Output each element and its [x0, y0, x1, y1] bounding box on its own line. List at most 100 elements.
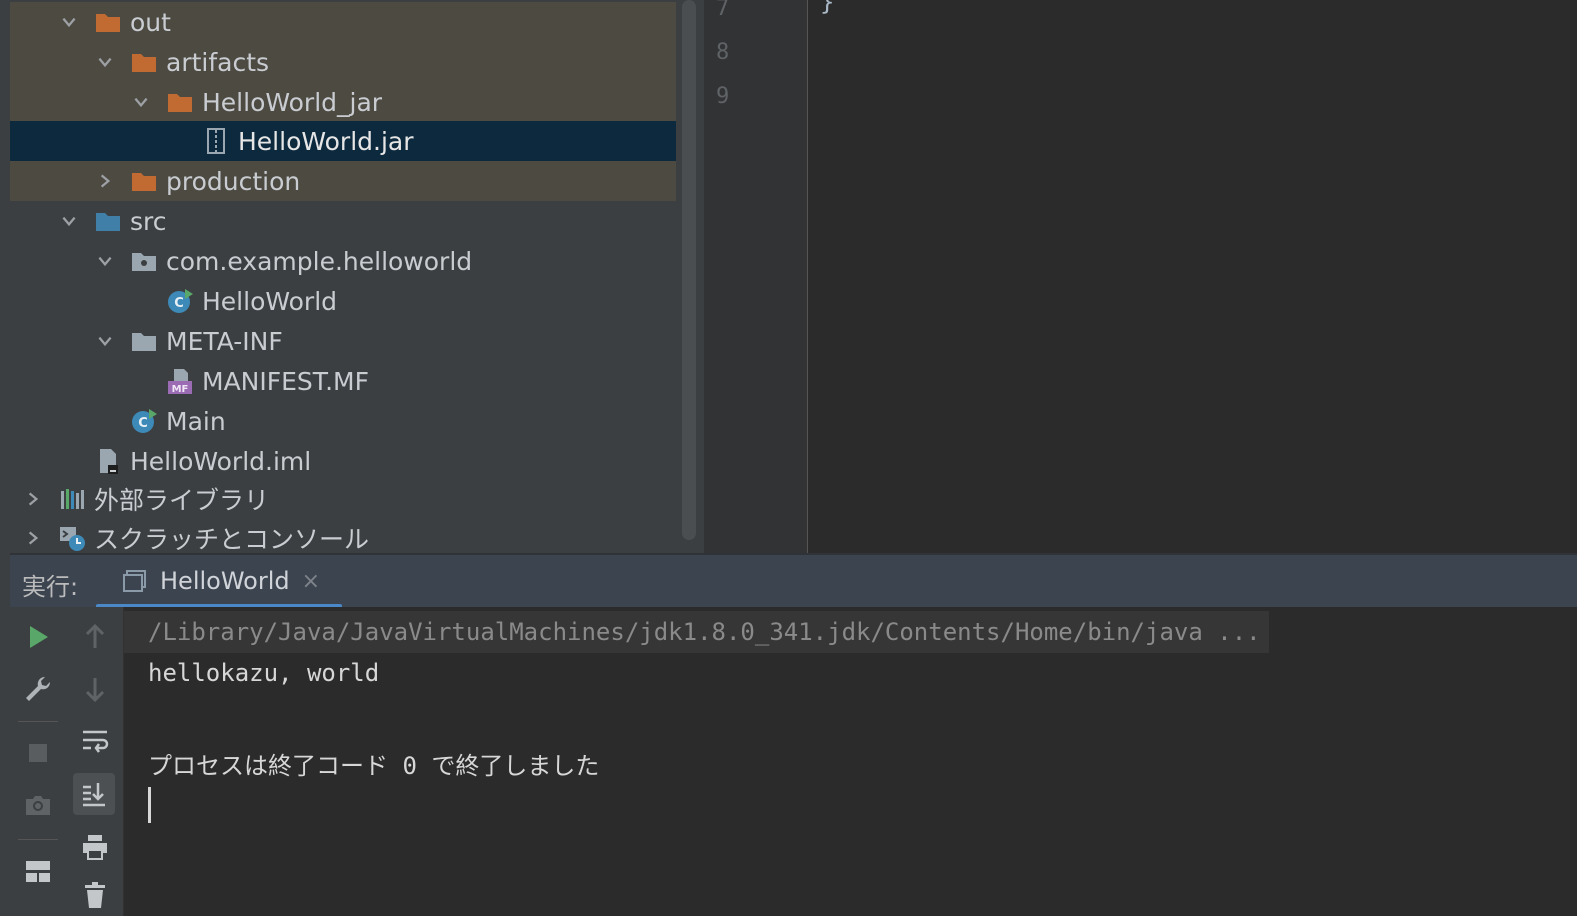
edit-configuration-button[interactable]: [18, 669, 58, 709]
arrow-down-icon: [85, 678, 105, 703]
folder-gray-icon: [130, 327, 158, 355]
stop-icon: [29, 744, 47, 762]
chevron-right-icon[interactable]: [22, 488, 44, 510]
console-exit-message: プロセスは終了コード 0 で終了しました: [148, 752, 600, 780]
tree-item-helloworld-jar[interactable]: HelloWorld.jar: [10, 121, 676, 161]
soft-wrap-icon: [83, 730, 109, 753]
scratches-icon: [58, 524, 86, 552]
libraries-icon: [58, 485, 86, 513]
scroll-to-end-icon: [83, 783, 105, 807]
text-cursor: [148, 787, 151, 823]
scrollbar-thumb[interactable]: [682, 0, 696, 540]
chevron-down-icon[interactable]: [94, 330, 116, 352]
line-number: 7: [716, 0, 730, 21]
tree-item-external-libraries[interactable]: 外部ライブラリ: [10, 479, 676, 519]
scroll-down-button[interactable]: [75, 669, 115, 709]
project-tree-scrollbar[interactable]: [676, 0, 704, 553]
run-toolbar-secondary: [66, 607, 124, 916]
tree-item-label: HelloWorld.iml: [130, 446, 312, 476]
tree-item-main-class[interactable]: C Main: [10, 401, 676, 441]
scroll-up-button[interactable]: [75, 617, 115, 657]
run-tab-title: HelloWorld: [160, 567, 290, 595]
tree-item-label: HelloWorld: [202, 286, 338, 316]
run-toolbar-primary: [10, 607, 67, 916]
printer-icon: [83, 835, 107, 860]
tree-item-label: src: [130, 206, 167, 236]
layout-icon: [26, 861, 50, 882]
tree-item-label: Main: [166, 406, 226, 436]
tree-item-label: artifacts: [166, 47, 270, 77]
code-editor[interactable]: }: [808, 0, 1577, 553]
toolbar-separator: [18, 839, 58, 840]
tree-item-package[interactable]: com.example.helloworld: [10, 241, 676, 281]
module-file-icon: [94, 447, 122, 475]
svg-text:C: C: [174, 296, 184, 311]
print-button[interactable]: [75, 827, 115, 867]
chevron-down-icon[interactable]: [130, 91, 152, 113]
tree-item-label: スクラッチとコンソール: [94, 525, 370, 553]
run-tab-helloworld[interactable]: HelloWorld ×: [96, 555, 342, 609]
clear-all-button[interactable]: [75, 875, 115, 915]
trash-icon: [85, 882, 105, 908]
camera-icon: [26, 796, 50, 815]
arrow-up-icon: [85, 623, 105, 648]
play-icon: [30, 626, 48, 648]
close-icon[interactable]: ×: [302, 569, 320, 594]
tree-item-label: HelloWorld_jar: [202, 87, 383, 117]
scroll-to-end-button[interactable]: [73, 773, 115, 815]
tree-item-helloworld-jar-folder[interactable]: HelloWorld_jar: [10, 82, 676, 122]
console-command-line[interactable]: /Library/Java/JavaVirtualMachines/jdk1.8…: [124, 611, 1269, 653]
tree-item-label: MANIFEST.MF: [202, 366, 369, 396]
svg-text:MF: MF: [172, 384, 189, 395]
svg-text:C: C: [138, 416, 148, 431]
tree-item-manifest[interactable]: MF MANIFEST.MF: [10, 361, 676, 401]
folder-blue-icon: [94, 207, 122, 235]
java-class-runnable-icon: C: [130, 407, 158, 435]
tree-item-label: 外部ライブラリ: [94, 486, 270, 515]
line-number: 8: [716, 40, 730, 65]
dump-threads-button[interactable]: [18, 785, 58, 825]
tree-item-out[interactable]: out: [10, 2, 676, 42]
tree-item-artifacts[interactable]: artifacts: [10, 42, 676, 82]
folder-orange-icon: [94, 8, 122, 36]
folder-orange-icon: [130, 48, 158, 76]
soft-wrap-button[interactable]: [75, 721, 115, 761]
tree-item-label: META-INF: [166, 326, 283, 356]
rerun-button[interactable]: [18, 617, 58, 657]
chevron-down-icon[interactable]: [94, 250, 116, 272]
chevron-right-icon[interactable]: [22, 527, 44, 549]
restore-layout-button[interactable]: [18, 851, 58, 891]
stop-button[interactable]: [18, 733, 58, 773]
jar-file-icon: [202, 127, 230, 155]
package-icon: [130, 247, 158, 275]
editor-gutter: 7 8 9: [704, 0, 808, 553]
tree-item-meta-inf[interactable]: META-INF: [10, 321, 676, 361]
chevron-down-icon[interactable]: [58, 11, 80, 33]
wrench-icon: [26, 676, 51, 701]
project-tree: out artifacts HelloWorld_jar HelloWorld.…: [10, 0, 676, 553]
tree-item-label: out: [130, 7, 171, 37]
tree-item-helloworld-class[interactable]: C HelloWorld: [10, 281, 676, 321]
run-panel-header: 実行: HelloWorld ×: [10, 553, 1577, 609]
console-window-icon: [122, 568, 148, 594]
tree-item-iml[interactable]: HelloWorld.iml: [10, 441, 676, 481]
folder-orange-icon: [130, 167, 158, 195]
console-output-line: hellokazu, world: [148, 659, 380, 687]
tree-item-label: HelloWorld.jar: [238, 126, 414, 156]
manifest-file-icon: MF: [166, 367, 194, 395]
run-console[interactable]: /Library/Java/JavaVirtualMachines/jdk1.8…: [124, 607, 1577, 916]
tree-item-label: com.example.helloworld: [166, 246, 473, 276]
chevron-down-icon[interactable]: [58, 210, 80, 232]
toolbar-separator: [18, 721, 58, 722]
java-class-runnable-icon: C: [166, 287, 194, 315]
tree-item-src[interactable]: src: [10, 201, 676, 241]
chevron-right-icon[interactable]: [94, 170, 116, 192]
code-line: }: [820, 0, 835, 16]
tree-item-production[interactable]: production: [10, 161, 676, 201]
folder-orange-icon: [166, 88, 194, 116]
tree-item-scratches[interactable]: スクラッチとコンソール: [10, 518, 676, 553]
line-number: 9: [716, 84, 730, 109]
tree-item-label: production: [166, 166, 301, 196]
chevron-down-icon[interactable]: [94, 51, 116, 73]
run-panel-label: 実行:: [22, 573, 79, 601]
